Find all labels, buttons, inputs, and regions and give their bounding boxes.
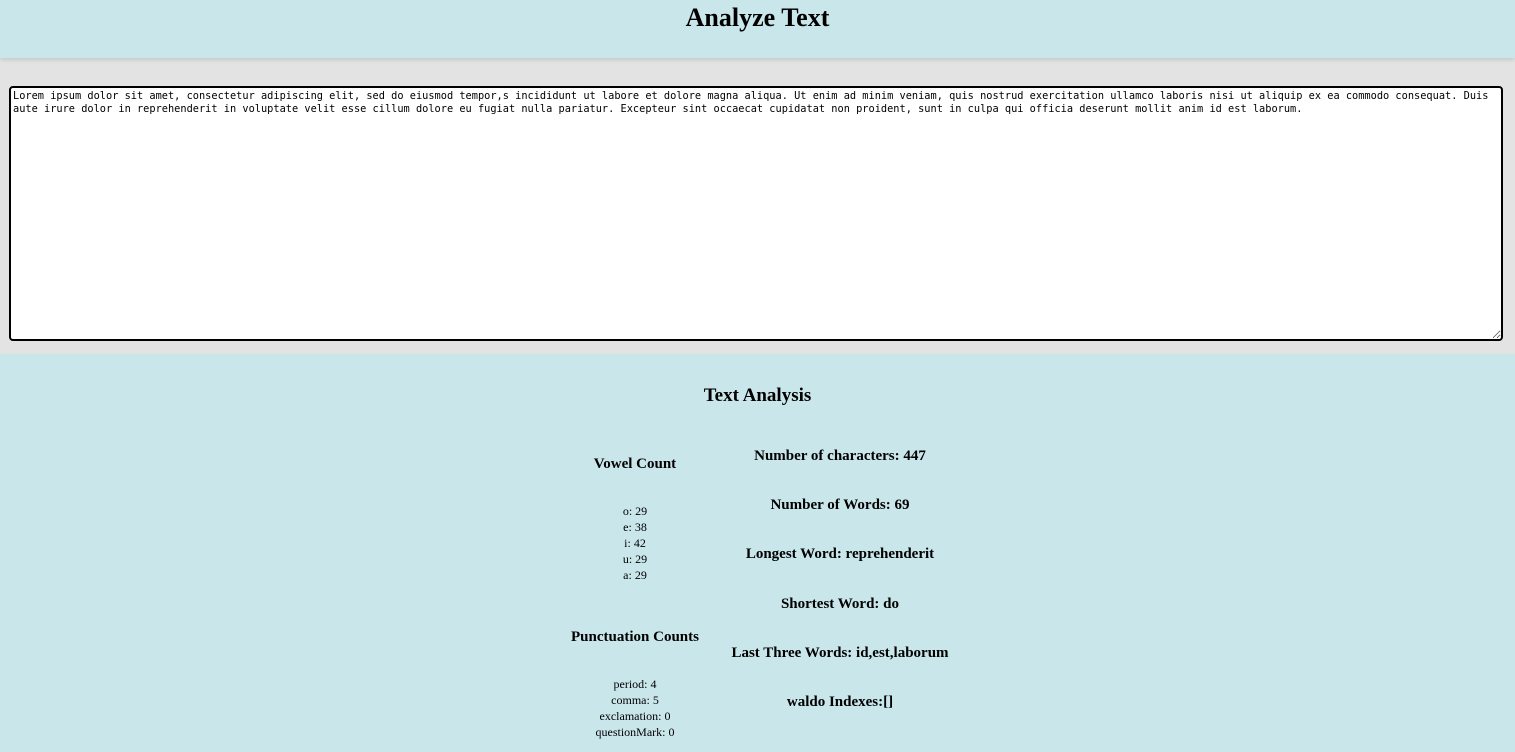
word-count: Number of Words: 69: [770, 497, 910, 513]
waldo-indexes: waldo Indexes:[]: [786, 694, 894, 710]
page-header: Analyze Text: [0, 0, 1515, 58]
last-three-words: Last Three Words: id,est,laborum: [731, 645, 949, 661]
vowel-count-item: e: 38: [623, 520, 647, 534]
longest-word: Longest Word: reprehenderit: [745, 546, 935, 562]
text-input[interactable]: [9, 86, 1503, 341]
vowel-count-item: a: 29: [623, 568, 647, 582]
vowel-count-list: o: 29 e: 38 i: 42 u: 29 a: 29: [555, 503, 715, 583]
shortest-word: Shortest Word: do: [780, 596, 900, 612]
text-input-container: [9, 86, 1503, 341]
punctuation-count-item: period: 4: [613, 677, 657, 691]
analysis-panel: Text Analysis Vowel Count o: 29 e: 38 i:…: [0, 354, 1515, 752]
analysis-title: Text Analysis: [703, 385, 812, 406]
punctuation-count-item: questionMark: 0: [595, 725, 675, 739]
character-count: Number of characters: 447: [754, 448, 926, 464]
punctuation-count-heading: Punctuation Counts: [571, 629, 699, 645]
page-title: Analyze Text: [685, 3, 830, 32]
